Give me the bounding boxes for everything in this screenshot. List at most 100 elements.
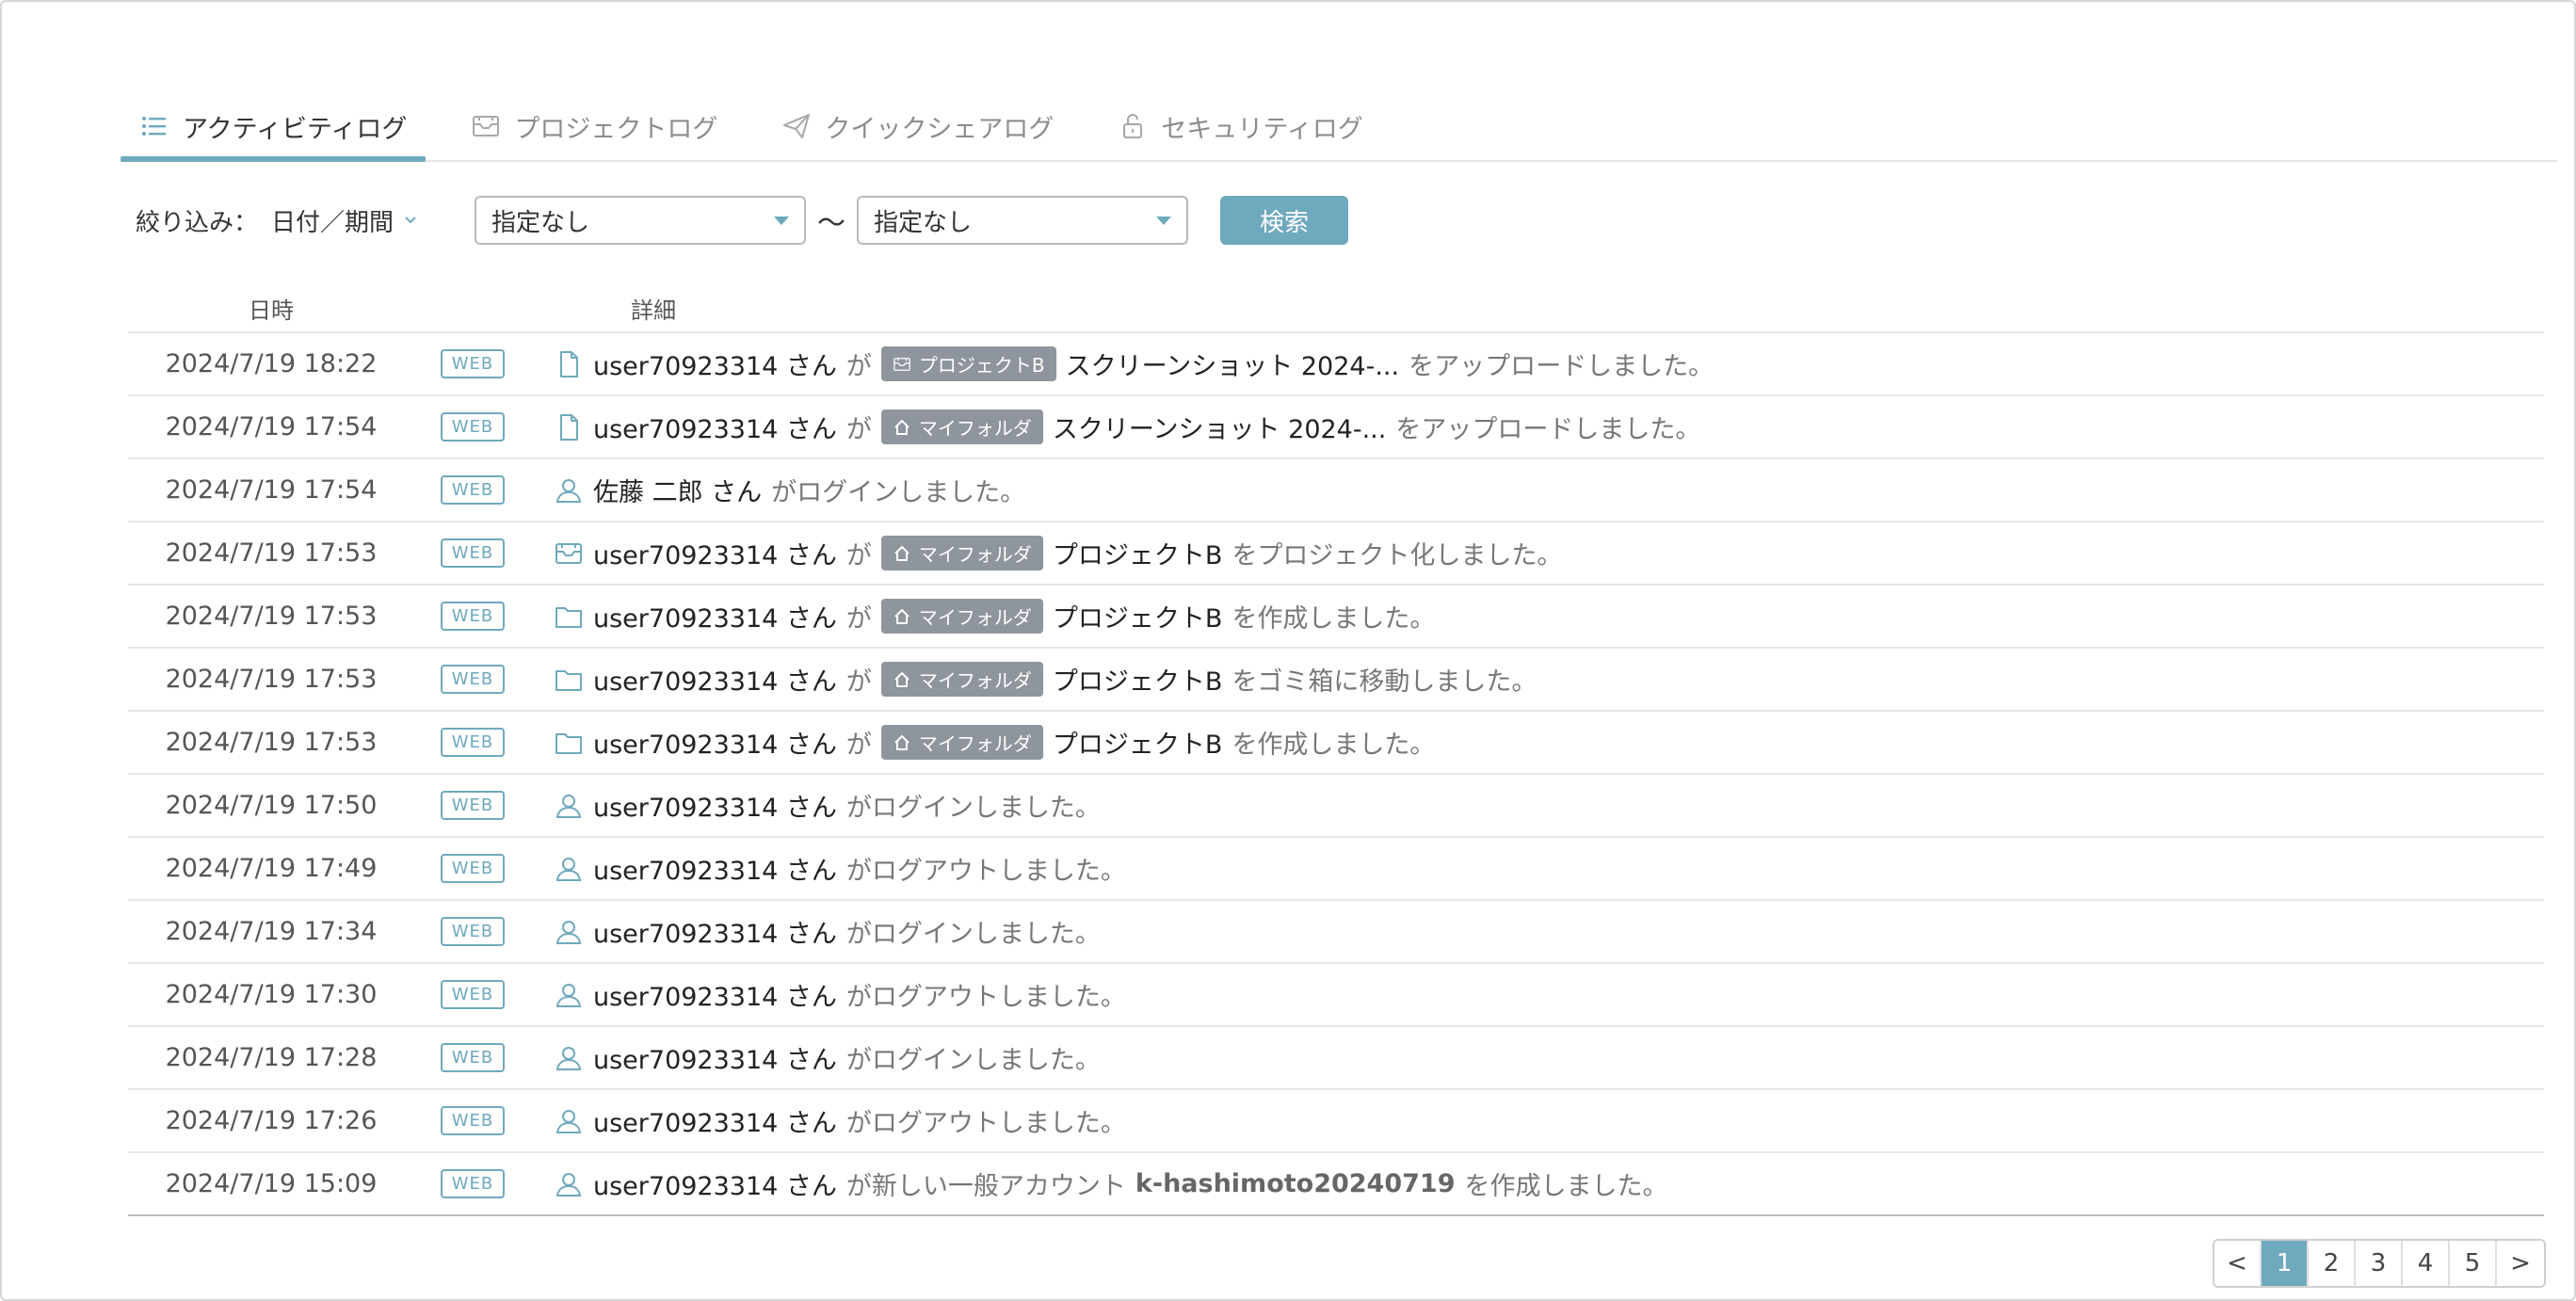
range-separator: ～ <box>817 207 846 240</box>
tab-label: セキュリティログ <box>1161 114 1363 144</box>
table-row: 2024/7/19 17:49 WEB user70923314 さん がログアウトし… <box>128 838 2544 901</box>
row-action: がログインしました。 <box>845 794 1101 823</box>
tab-1[interactable]: プロジェクトログ <box>452 92 736 160</box>
table-body: 2024/7/19 18:22 WEB user70923314 さんがプロジェクト… <box>128 333 2544 1216</box>
page-button-1[interactable]: 1 <box>2262 1241 2309 1286</box>
project-box-icon <box>471 111 501 141</box>
row-user: user70923314 さん <box>593 1046 837 1075</box>
user-icon <box>531 1169 593 1199</box>
table-row: 2024/7/19 17:26 WEB user70923314 さん がログアウトし… <box>128 1090 2544 1153</box>
prev-page-button[interactable]: < <box>2214 1241 2262 1286</box>
date-to-value: 指定なし <box>874 208 973 237</box>
row-source: WEB <box>414 1106 531 1135</box>
row-user: 佐藤 二郎 さん <box>593 478 763 507</box>
row-datetime: 2024/7/19 17:54 <box>165 412 378 442</box>
row-action: がログインしました。 <box>771 478 1026 507</box>
location-badge-label: マイフォルダ <box>918 606 1032 629</box>
tab-0[interactable]: アクティビティログ <box>121 92 427 162</box>
row-datetime: 2024/7/19 17:49 <box>165 854 378 883</box>
row-detail: user70923314 さん がログアウトしました。 <box>593 976 1126 1013</box>
row-action: をプロジェクト化しました。 <box>1232 541 1563 570</box>
date-from-select[interactable]: 指定なし <box>475 196 807 245</box>
project-box-icon <box>893 355 911 374</box>
row-datetime: 2024/7/19 17:30 <box>165 980 378 1009</box>
row-user: user70923314 さん <box>593 415 837 444</box>
pagination: <1 2 3 4 5 > <box>2213 1239 2546 1288</box>
table-row: 2024/7/19 17:54 WEB user70923314 さんが マイフォルダ… <box>128 396 2544 459</box>
row-detail: user70923314 さんが マイフォルダ プロジェクトB を作成しました。 <box>593 598 1435 634</box>
user-icon <box>531 1043 593 1073</box>
next-page-button[interactable]: > <box>2497 1241 2544 1286</box>
page-button-5[interactable]: 5 <box>2450 1241 2497 1286</box>
caret-down-icon <box>774 216 790 225</box>
web-badge: WEB <box>440 854 506 883</box>
location-badge: マイフォルダ <box>880 725 1043 760</box>
row-target: プロジェクトB <box>1052 604 1223 634</box>
table-row: 2024/7/19 17:50 WEB user70923314 さん がログインしま… <box>128 775 2544 838</box>
row-detail: user70923314 さんが プロジェクトB スクリーンショット 2024-..… <box>593 345 1714 382</box>
table-row: 2024/7/19 17:28 WEB user70923314 さん がログインしま… <box>128 1027 2544 1090</box>
row-source: WEB <box>414 602 531 631</box>
header-detail: 詳細 <box>631 297 676 324</box>
row-source: WEB <box>414 412 531 442</box>
location-badge-label: マイフォルダ <box>918 543 1032 566</box>
row-source: WEB <box>414 1043 531 1072</box>
row-detail: 佐藤 二郎 さん がログインしました。 <box>593 472 1025 508</box>
table-row: 2024/7/19 17:53 WEB user70923314 さんが マイフォルダ… <box>128 649 2544 712</box>
row-datetime: 2024/7/19 17:26 <box>165 1106 378 1135</box>
web-badge: WEB <box>440 980 506 1009</box>
row-user: user70923314 さん <box>593 1109 837 1138</box>
location-badge-label: マイフォルダ <box>918 669 1032 692</box>
folder-icon <box>531 665 593 695</box>
page-button-4[interactable]: 4 <box>2403 1241 2450 1286</box>
row-user: user70923314 さん <box>593 857 837 886</box>
page-button-3[interactable]: 3 <box>2356 1241 2403 1286</box>
tab-label: アクティビティログ <box>183 114 408 144</box>
web-badge: WEB <box>440 475 506 505</box>
tab-3[interactable]: セキュリティログ <box>1099 92 1381 160</box>
row-user: user70923314 さん <box>593 604 837 634</box>
user-icon <box>531 475 593 506</box>
row-action: をゴミ箱に移動しました。 <box>1232 667 1538 697</box>
row-source: WEB <box>414 791 531 820</box>
log-table: 日時 詳細 2024/7/19 18:22 WEB user70923314 さんが… <box>128 284 2544 1216</box>
web-badge: WEB <box>440 791 506 820</box>
row-target: プロジェクトB <box>1052 667 1223 697</box>
row-action: がログアウトしました。 <box>845 1109 1126 1138</box>
row-account: k-hashimoto20240719 <box>1135 1169 1456 1198</box>
row-datetime: 2024/7/19 17:53 <box>165 728 378 757</box>
location-badge: プロジェクトB <box>880 346 1056 381</box>
row-target: プロジェクトB <box>1052 731 1223 760</box>
row-user: user70923314 さん <box>593 983 837 1012</box>
web-badge: WEB <box>440 1169 506 1198</box>
row-datetime: 2024/7/19 17:54 <box>165 475 378 505</box>
location-badge-label: プロジェクトB <box>918 354 1045 377</box>
row-action-suffix: を作成しました。 <box>1464 1172 1668 1201</box>
row-action: がログインしました。 <box>845 920 1101 949</box>
web-badge: WEB <box>440 1106 506 1135</box>
filter-type-dropdown[interactable]: 日付／期間 <box>271 203 418 238</box>
row-particle: が <box>845 352 872 381</box>
row-user: user70923314 さん <box>593 667 837 697</box>
row-target: スクリーンショット 2024-... <box>1052 415 1387 444</box>
table-row: 2024/7/19 17:53 WEB user70923314 さんが マイフォルダ… <box>128 586 2544 649</box>
location-badge-label: マイフォルダ <box>918 417 1032 440</box>
row-source: WEB <box>414 1169 531 1198</box>
date-to-select[interactable]: 指定なし <box>857 196 1189 245</box>
home-icon <box>893 544 911 563</box>
web-badge: WEB <box>440 728 506 757</box>
tab-2[interactable]: クイックシェアログ <box>763 92 1072 160</box>
file-icon <box>531 412 593 442</box>
row-user: user70923314 さん <box>593 1172 837 1201</box>
page-button-2[interactable]: 2 <box>2309 1241 2356 1286</box>
row-source: WEB <box>414 349 531 378</box>
row-datetime: 2024/7/19 17:53 <box>165 665 378 694</box>
row-particle: が <box>845 415 872 444</box>
tab-label: クイックシェアログ <box>825 114 1055 144</box>
search-button[interactable]: 検索 <box>1220 196 1349 245</box>
header-date: 日時 <box>249 297 294 324</box>
web-badge: WEB <box>440 412 506 442</box>
row-user: user70923314 さん <box>593 794 837 823</box>
filter-type-label: 日付／期間 <box>271 208 394 237</box>
row-source: WEB <box>414 538 531 568</box>
